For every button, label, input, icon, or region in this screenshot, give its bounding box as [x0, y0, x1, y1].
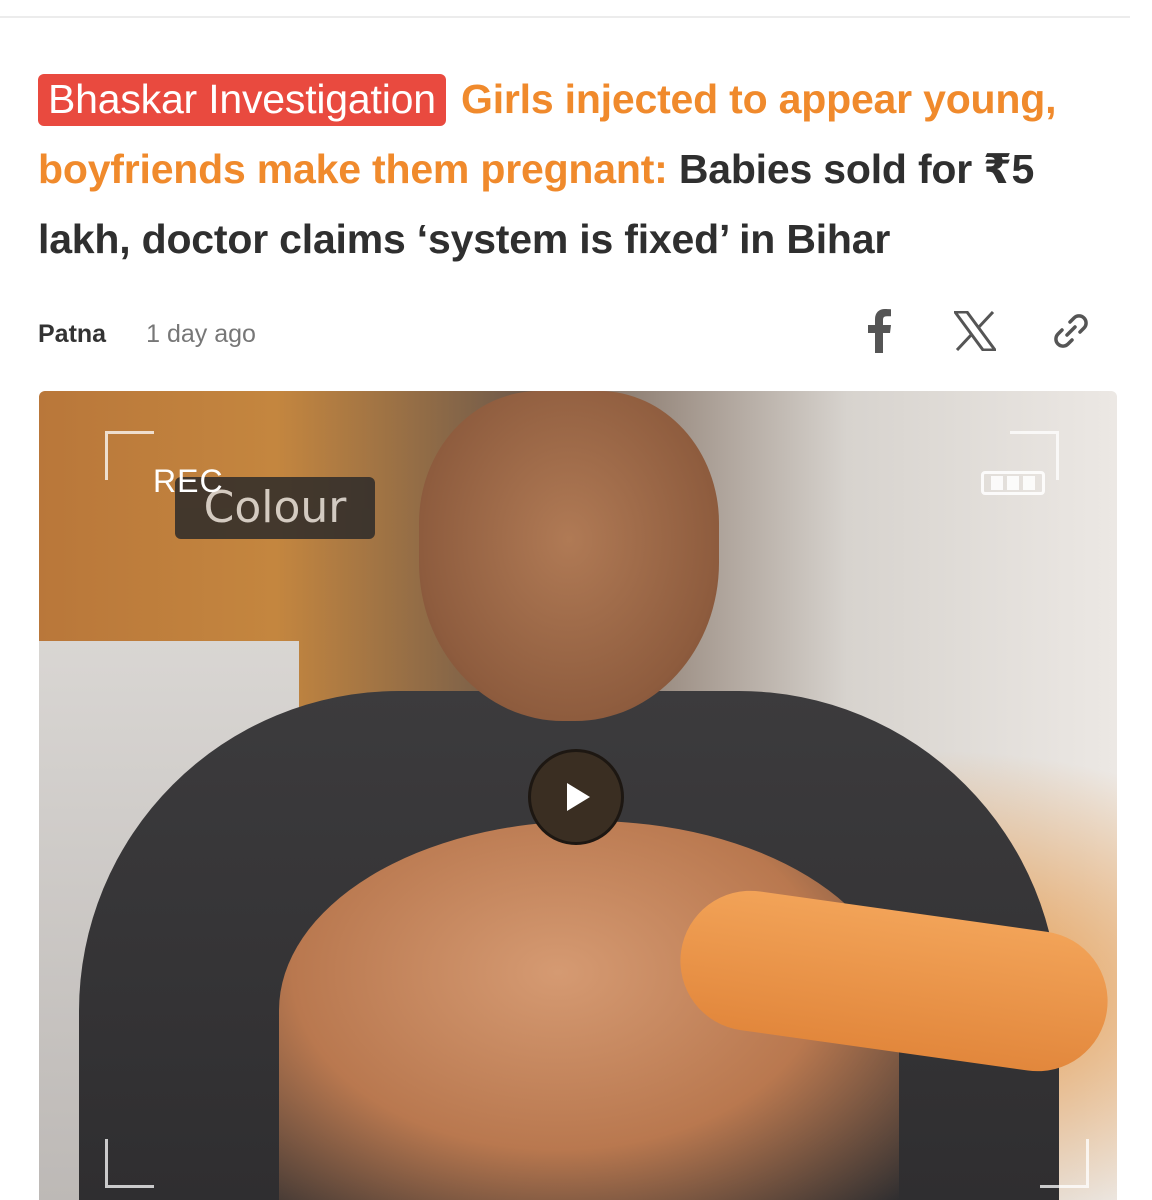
share-bar — [854, 306, 1096, 356]
viewfinder-corner-bottom-left — [105, 1139, 154, 1188]
link-icon — [1054, 314, 1088, 348]
play-icon — [567, 783, 590, 811]
location-label: Patna — [38, 319, 107, 348]
facebook-icon — [868, 309, 891, 353]
top-divider — [0, 16, 1130, 18]
article-headline: Bhaskar Investigation Girls injected to … — [38, 64, 1118, 274]
x-share-button[interactable] — [950, 306, 1000, 356]
viewfinder-corner-top-left — [105, 431, 154, 480]
viewfinder-corner-bottom-right — [1040, 1139, 1089, 1188]
timestamp: 1 day ago — [146, 319, 256, 348]
battery-icon — [981, 471, 1045, 495]
video-figure-face — [419, 391, 719, 721]
copy-link-button[interactable] — [1046, 306, 1096, 356]
rec-label: REC — [153, 463, 224, 499]
x-icon — [954, 311, 996, 351]
article-meta: Patna 1 day ago — [38, 312, 256, 356]
category-tag[interactable]: Bhaskar Investigation — [38, 74, 446, 126]
facebook-share-button[interactable] — [854, 306, 904, 356]
play-button[interactable] — [528, 749, 624, 845]
video-player[interactable]: Colour REC — [39, 391, 1117, 1200]
